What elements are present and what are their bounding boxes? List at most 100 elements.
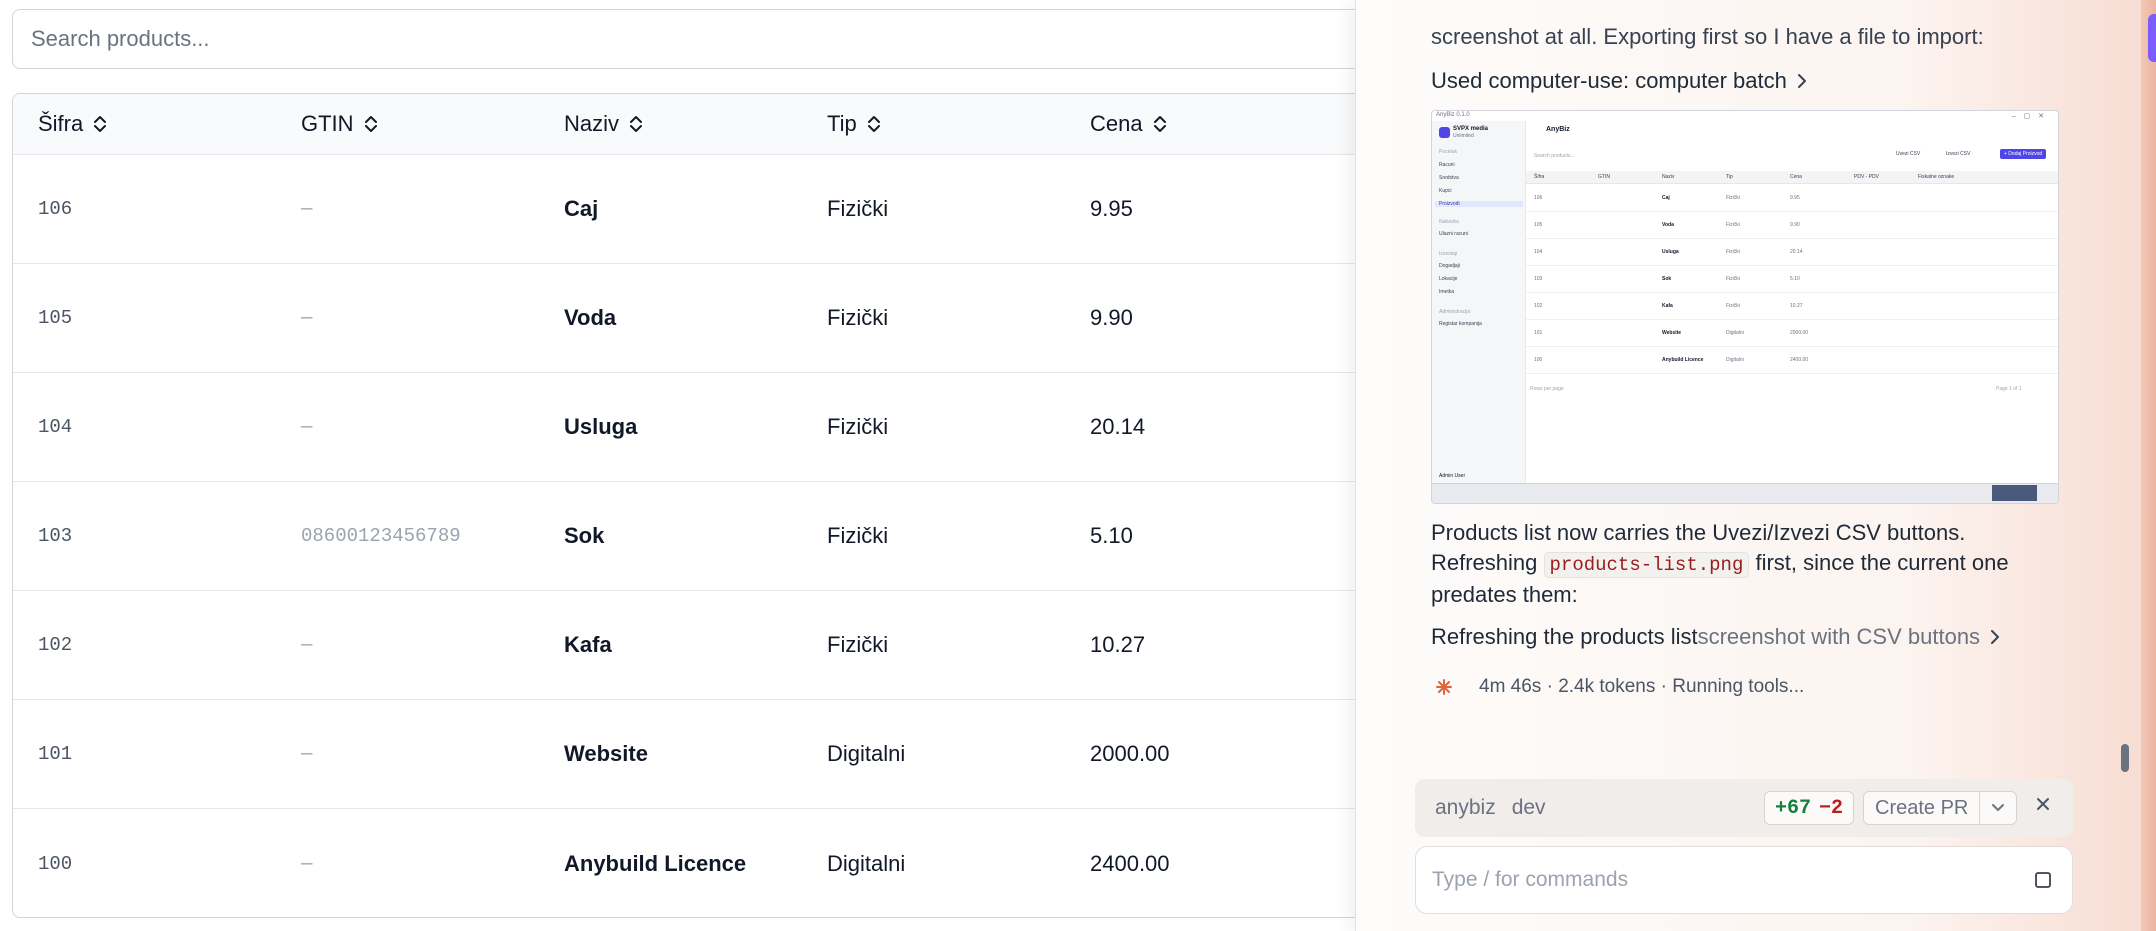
thumb-cell: Anybuild Licence xyxy=(1662,357,1704,363)
tool-call-label: Used computer-use: computer batch xyxy=(1431,68,1787,93)
create-pr-split-button: Create PR xyxy=(1863,791,2017,825)
cell-name: Kafa xyxy=(564,632,612,657)
thumb-row: 100 Anybuild Licence Digitalni 2400.00 xyxy=(1526,347,2058,374)
search-input[interactable] xyxy=(31,26,1411,52)
cell-gtin: — xyxy=(301,307,313,329)
thumb-rows-per-page: Rows per page xyxy=(1530,386,1564,392)
cell-price: 2000.00 xyxy=(1090,741,1170,766)
cell-code: 104 xyxy=(38,416,73,438)
edge-tab[interactable] xyxy=(2148,14,2156,62)
cell-gtin: — xyxy=(301,198,313,220)
column-header-sifra[interactable]: Šifra xyxy=(13,111,276,137)
cell-type: Fizički xyxy=(827,632,889,657)
table-row[interactable]: 101 — Website Digitalni 2000.00 xyxy=(13,700,1411,809)
tool-call-computer-batch[interactable]: Used computer-use: computer batch xyxy=(1431,68,1807,94)
cell-type: Fizički xyxy=(827,196,889,221)
assistant-message: Products list now carries the Uvezi/Izve… xyxy=(1431,518,2071,610)
thumb-row: 104 Usluga Fizički 20.14 xyxy=(1526,239,2058,266)
repo-name: anybiz xyxy=(1435,796,1496,819)
column-header-gtin[interactable]: GTIN xyxy=(276,111,539,137)
column-label: Šifra xyxy=(38,111,84,136)
column-header-cena[interactable]: Cena xyxy=(1065,111,1328,137)
tool-call-refresh-screenshot[interactable]: Refreshing the products list screenshot … xyxy=(1431,624,2000,650)
thumb-row: 105 Voda Fizički 9.90 xyxy=(1526,212,2058,239)
cell-code: 106 xyxy=(38,198,73,220)
cell-type: Digitalni xyxy=(827,850,906,876)
thumb-sidebar: SVPX media Unlimited Pocetak Racuni Sred… xyxy=(1432,121,1526,503)
thumb-cell: Kafa xyxy=(1662,303,1673,309)
thumb-nav-item: Kupci xyxy=(1439,188,1452,194)
cell-price: 9.95 xyxy=(1090,196,1133,221)
thumb-cell: 100 xyxy=(1534,357,1543,363)
diff-additions: +67 xyxy=(1775,796,1812,820)
cell-name: Sok xyxy=(564,523,605,548)
thumb-cell: 104 xyxy=(1534,249,1543,255)
assistant-message-partial: screenshot at all. Exporting first so I … xyxy=(1431,24,1984,49)
thumb-cell: Fizički xyxy=(1726,276,1740,282)
sort-icon[interactable] xyxy=(867,114,881,134)
thumb-nav-section: Administracija xyxy=(1439,309,1471,315)
cell-gtin: — xyxy=(301,852,313,875)
chat-input[interactable] xyxy=(1432,868,1992,892)
thumb-row: 101 Website Digitalni 2000.00 xyxy=(1526,320,2058,347)
thumb-main: AnyBiz Search products... Uvezi CSV Izve… xyxy=(1526,121,2058,503)
thumb-brand: SVPX media xyxy=(1453,126,1489,132)
thumb-cell: 5.10 xyxy=(1790,276,1800,282)
thumb-col: GTIN xyxy=(1598,174,1610,180)
cell-name: Caj xyxy=(564,196,599,221)
table-row[interactable]: 105 — Voda Fizički 9.90 xyxy=(13,264,1411,373)
cell-gtin: 08600123456789 xyxy=(301,525,461,547)
chevron-down-icon[interactable] xyxy=(1980,803,2016,813)
thumb-import-button: Uvezi CSV xyxy=(1896,151,1921,157)
chevron-right-icon xyxy=(1797,73,1807,89)
cell-gtin: — xyxy=(301,416,313,438)
thumb-nav-section: Pocetak xyxy=(1439,149,1458,155)
tool-call-label: Refreshing the products list xyxy=(1431,624,1698,649)
cell-type: Fizički xyxy=(827,414,889,439)
sort-icon[interactable] xyxy=(629,114,643,134)
thumb-nav-section: Nabavka xyxy=(1439,219,1459,225)
thumb-cell: Fizički xyxy=(1726,303,1740,309)
thumb-page-title: AnyBiz xyxy=(1546,126,1570,133)
thumb-nav-item: Racuni xyxy=(1439,162,1455,168)
close-icon[interactable] xyxy=(2035,796,2051,812)
cell-name: Website xyxy=(564,741,648,766)
column-header-naziv[interactable]: Naziv xyxy=(539,111,802,137)
scrollbar-thumb[interactable] xyxy=(2121,744,2129,772)
thumb-cell: Fizički xyxy=(1726,249,1740,255)
thumb-cell: 10.27 xyxy=(1790,303,1803,309)
diff-stats-button[interactable]: +67 −2 xyxy=(1764,791,1855,825)
thumb-page-of: Page 1 of 1 xyxy=(1996,386,2022,392)
cell-type: Fizički xyxy=(827,523,889,548)
thumb-cell: 9.95 xyxy=(1790,195,1800,201)
sort-icon[interactable] xyxy=(1153,114,1167,134)
thumb-cell: 106 xyxy=(1534,195,1543,201)
product-search[interactable] xyxy=(12,9,1412,69)
spinner-spark-icon xyxy=(1436,679,1452,695)
column-header-tip[interactable]: Tip xyxy=(802,111,1065,137)
thumb-export-button: Izvezi CSV xyxy=(1946,151,1971,157)
chat-composer[interactable] xyxy=(1415,846,2073,914)
thumb-nav-item: Registar kompanija xyxy=(1439,321,1482,327)
screenshot-thumbnail[interactable]: AnyBiz 0.1.0 –▢✕ SVPX media Unlimited Po… xyxy=(1431,110,2059,504)
branch-bar: anybiz dev +67 −2 Create PR xyxy=(1415,779,2073,837)
table-row[interactable]: 106 — Caj Fizički 9.95 xyxy=(13,155,1411,264)
thumb-nav-item: Sredstva xyxy=(1439,175,1459,181)
cell-type: Fizički xyxy=(827,305,889,330)
sort-icon[interactable] xyxy=(93,114,107,134)
thumb-window-title: AnyBiz 0.1.0 xyxy=(1436,112,1470,118)
stop-icon[interactable] xyxy=(2034,871,2052,889)
thumb-taskbar xyxy=(1432,483,2058,503)
table-row[interactable]: 102 — Kafa Fizički 10.27 xyxy=(13,591,1411,700)
create-pr-button[interactable]: Create PR xyxy=(1864,792,1981,824)
run-status-text: 4m 46s · 2.4k tokens · Running tools... xyxy=(1479,676,1805,697)
table-header: Šifra GTIN Naziv Tip Cena xyxy=(13,94,1411,155)
sort-icon[interactable] xyxy=(364,114,378,134)
cell-price: 10.27 xyxy=(1090,632,1146,657)
table-row[interactable]: 100 — Anybuild Licence Digitalni 2400.00 xyxy=(13,809,1411,917)
thumb-nav-item: Ulazni racuni xyxy=(1439,231,1468,237)
thumb-cell: Usluga xyxy=(1662,249,1679,255)
table-row[interactable]: 103 08600123456789 Sok Fizički 5.10 xyxy=(13,482,1411,591)
thumb-cell: Sok xyxy=(1662,276,1672,282)
table-row[interactable]: 104 — Usluga Fizički 20.14 xyxy=(13,373,1411,482)
